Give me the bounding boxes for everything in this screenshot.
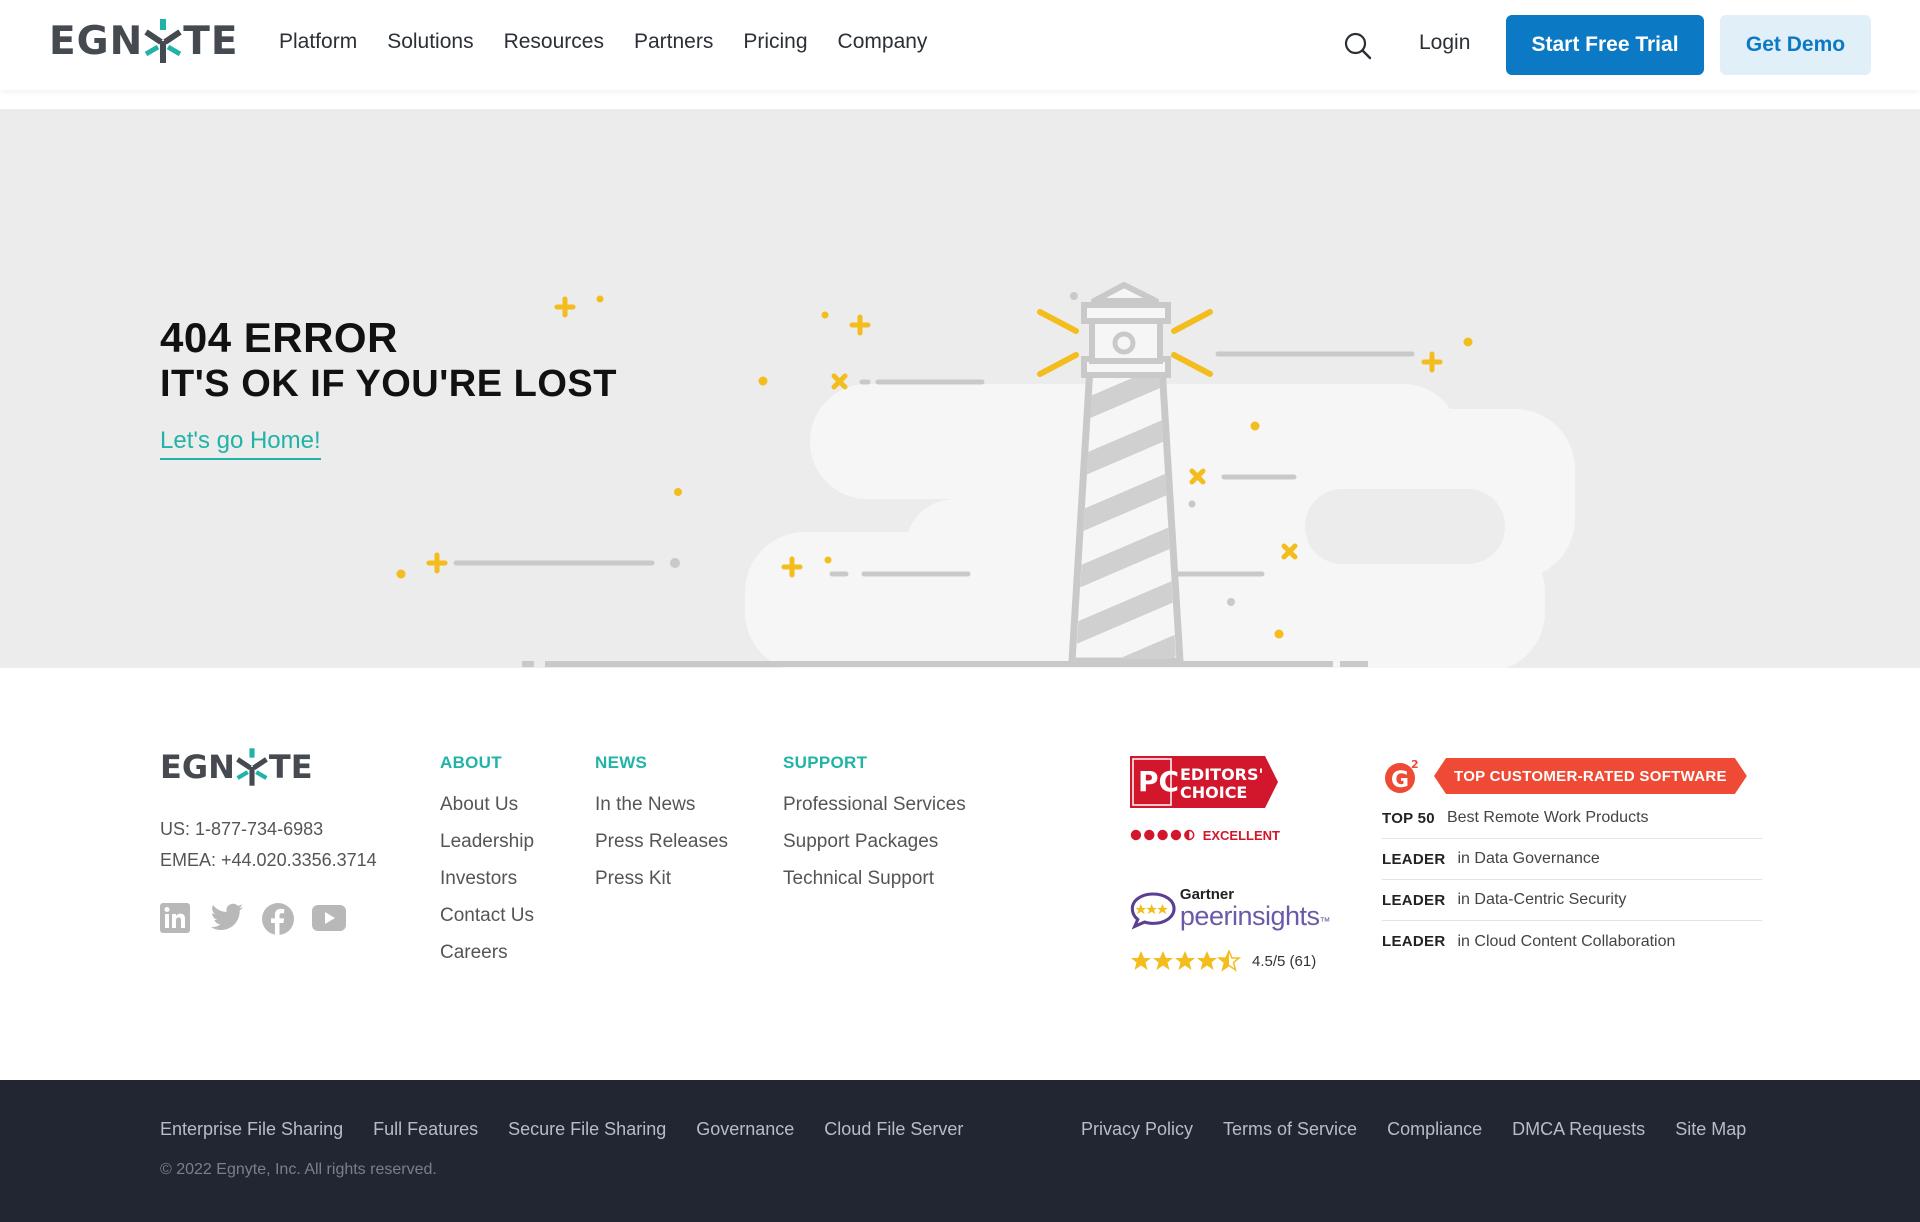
pc-badge-line1: EDITORS' [1180,765,1263,784]
g2-row: TOP 50 Best Remote Work Products [1382,798,1762,839]
pc-rating-row: EXCELLENT [1130,827,1280,843]
link-dmca-requests[interactable]: DMCA Requests [1512,1119,1645,1140]
bottom-legal-links: Privacy Policy Terms of Service Complian… [1081,1119,1746,1140]
about-heading: ABOUT [440,753,502,772]
g2-row-tag: LEADER [1382,850,1446,868]
error-title: 404 ERROR [160,314,398,361]
link-full-features[interactable]: Full Features [373,1119,478,1140]
link-careers[interactable]: Careers [440,942,534,964]
site-footer: EGN TE US: 1-877-734-6983 EMEA: +44.020.… [0,668,1920,1080]
link-investors[interactable]: Investors [440,868,534,890]
login-link[interactable]: Login [1419,31,1470,55]
search-icon[interactable] [1343,31,1373,61]
footer-col-news: NEWS In the News Press Releases Press Ki… [595,753,728,905]
link-privacy-policy[interactable]: Privacy Policy [1081,1119,1193,1140]
g2-row-text: in Data-Centric Security [1457,891,1627,908]
link-support-packages[interactable]: Support Packages [783,831,966,853]
g2-header: G 2 TOP CUSTOMER-RATED SOFTWARE [1382,754,1762,798]
g2-row-tag: LEADER [1382,933,1446,950]
link-press-releases[interactable]: Press Releases [595,831,728,853]
nav-company[interactable]: Company [838,30,928,54]
link-compliance[interactable]: Compliance [1387,1119,1482,1140]
copyright: © 2022 Egnyte, Inc. All rights reserved. [160,1161,437,1178]
gartner-stars-icon [1131,950,1242,972]
nav-platform[interactable]: Platform [279,30,357,54]
error-subtitle: IT'S OK IF YOU'RE LOST [160,363,617,405]
g2-logo-text: G [1391,768,1409,793]
nav-pricing[interactable]: Pricing [743,30,807,54]
gartner-peer-insights-badge: Gartner peerinsights™ 4.5/5 (61) [1130,886,1330,986]
g2-row: LEADER in Data-Centric Security [1382,880,1762,921]
g2-row-tag: LEADER [1382,891,1446,909]
g2-row-text: in Data Governance [1457,850,1600,867]
error-hero: 404 ERROR IT'S OK IF YOU'RE LOST Let's g… [0,109,1920,668]
pcmag-editors-choice-badge: PC EDITORS' CHOICE EXCELLENT [1130,756,1280,846]
g2-logo-sup: 2 [1411,758,1419,771]
start-free-trial-button[interactable]: Start Free Trial [1506,15,1704,75]
link-secure-file-sharing[interactable]: Secure File Sharing [508,1119,666,1140]
phone-us[interactable]: US: 1-877-734-6983 [160,819,323,840]
footer-col-about: ABOUT About Us Leadership Investors Cont… [440,753,534,979]
pc-logo-text: PC [1138,765,1179,798]
linkedin-icon[interactable] [160,903,192,935]
footer-col-support: SUPPORT Professional Services Support Pa… [783,753,966,905]
nav-partners[interactable]: Partners [634,30,713,54]
bottom-bar: Enterprise File Sharing Full Features Se… [0,1080,1920,1222]
go-home-link[interactable]: Let's go Home! [160,427,321,460]
footer-logo-text-right: TE [268,748,313,786]
logo-text-left: EGN [49,18,144,64]
link-press-kit[interactable]: Press Kit [595,868,728,890]
gartner-product-name: peerinsights [1179,901,1320,931]
nav-solutions[interactable]: Solutions [387,30,473,54]
footer-logo-text-left: EGN [160,748,235,786]
g2-row: LEADER in Data Governance [1382,839,1762,880]
egnyte-logo[interactable]: EGN TE [49,18,239,64]
link-in-the-news[interactable]: In the News [595,794,728,816]
pc-rating-dots-icon [1130,829,1195,841]
link-contact-us[interactable]: Contact Us [440,905,534,927]
link-professional-services[interactable]: Professional Services [783,794,966,816]
link-enterprise-file-sharing[interactable]: Enterprise File Sharing [160,1119,343,1140]
support-heading: SUPPORT [783,753,868,772]
site-header: EGN TE Platform Solutions Resources Part… [0,0,1920,90]
logo-text-right: TE [183,18,239,64]
g2-row-text: in Cloud Content Collaboration [1457,932,1676,950]
twitter-icon[interactable] [210,903,244,935]
phone-emea[interactable]: EMEA: +44.020.3356.3714 [160,850,377,871]
g2-logo-icon: G 2 [1385,758,1419,793]
gartner-tm: ™ [1319,916,1331,928]
g2-row-text: Best Remote Work Products [1446,809,1649,826]
link-about-us[interactable]: About Us [440,794,534,816]
g2-banner: TOP CUSTOMER-RATED SOFTWARE [1434,758,1747,794]
youtube-icon[interactable] [312,903,346,935]
get-demo-button[interactable]: Get Demo [1720,15,1871,75]
logo-y-mark-icon [143,19,183,63]
link-governance[interactable]: Governance [696,1119,794,1140]
news-heading: NEWS [595,753,648,772]
link-technical-support[interactable]: Technical Support [783,868,966,890]
gartner-speech-bubble-icon [1130,892,1176,930]
g2-row: LEADER in Cloud Content Collaboration [1382,921,1762,962]
gartner-rating-text: 4.5/5 (61) [1252,952,1317,970]
footer-logo-y-mark-icon [235,748,269,786]
link-site-map[interactable]: Site Map [1675,1119,1746,1140]
link-terms-of-service[interactable]: Terms of Service [1223,1119,1357,1140]
gartner-product: peerinsights™ [1179,901,1331,935]
facebook-icon[interactable] [262,903,294,935]
g2-row-tag: TOP 50 [1382,809,1435,827]
gartner-rating-row: 4.5/5 (61) [1130,950,1330,972]
main-nav: Platform Solutions Resources Partners Pr… [279,30,957,54]
bottom-product-links: Enterprise File Sharing Full Features Se… [160,1119,963,1140]
pc-badge-line2: CHOICE [1180,783,1247,802]
link-leadership[interactable]: Leadership [440,831,534,853]
link-cloud-file-server[interactable]: Cloud File Server [824,1119,963,1140]
g2-ratings: G 2 TOP CUSTOMER-RATED SOFTWARE TOP 50 B… [1382,754,1762,962]
nav-resources[interactable]: Resources [504,30,604,54]
footer-egnyte-logo[interactable]: EGN TE [160,748,313,786]
social-links [160,903,346,935]
pc-rating-label: EXCELLENT [1202,827,1280,843]
